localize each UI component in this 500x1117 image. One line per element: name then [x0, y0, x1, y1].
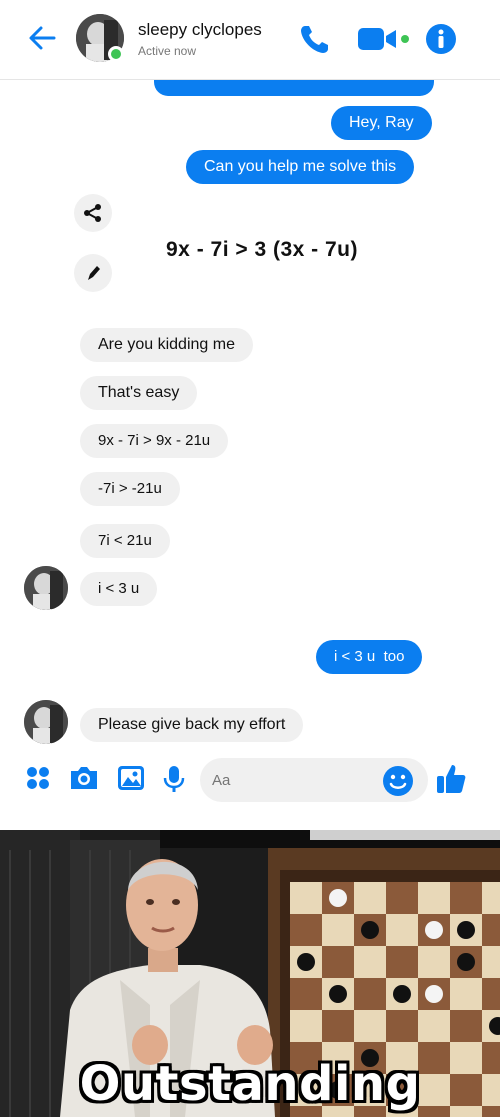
- chessboard-square: [482, 914, 500, 946]
- chessboard-square: [354, 1010, 386, 1042]
- message-bubble[interactable]: That's easy: [80, 376, 198, 410]
- chessboard-square: [386, 1010, 418, 1042]
- message-thread[interactable]: Hey, Ray Can you help me solve this 9x -…: [0, 80, 500, 750]
- chess-piece: [393, 985, 411, 1003]
- contact-name[interactable]: sleepy clyclopes: [138, 20, 262, 40]
- message-bubble[interactable]: Hey, Ray: [331, 106, 432, 140]
- chat-header: sleepy clyclopes Active now: [0, 0, 500, 80]
- chessboard-square: [322, 1010, 354, 1042]
- message-bubble[interactable]: 7i < 21u: [80, 524, 170, 558]
- message-bubble[interactable]: 9x - 7i > 9x - 21u: [80, 424, 229, 458]
- video-camera-icon[interactable]: [356, 22, 412, 56]
- edit-button[interactable]: [74, 254, 112, 292]
- chessboard-square: [386, 946, 418, 978]
- image-icon[interactable]: [116, 764, 146, 792]
- active-status: Active now: [138, 44, 197, 58]
- chessboard-square: [418, 1010, 450, 1042]
- chessboard-square: [418, 946, 450, 978]
- chessboard-square: [290, 1010, 322, 1042]
- chessboard-square: [322, 914, 354, 946]
- chess-piece: [425, 985, 443, 1003]
- chessboard-square: [354, 978, 386, 1010]
- message-bubble[interactable]: Please give back my effort: [80, 708, 304, 742]
- meme-caption: Outstanding move: [79, 1056, 421, 1117]
- chessboard-square: [290, 914, 322, 946]
- share-button[interactable]: [74, 194, 112, 232]
- info-icon[interactable]: [424, 22, 458, 56]
- previous-message-bubble: [154, 80, 434, 96]
- chessboard-square: [450, 978, 482, 1010]
- chessboard-square: [386, 882, 418, 914]
- chess-piece: [425, 921, 443, 939]
- chessboard-square: [354, 882, 386, 914]
- chess-piece: [361, 921, 379, 939]
- grid-dots-icon[interactable]: [24, 764, 52, 792]
- chessboard-square: [290, 978, 322, 1010]
- contact-avatar[interactable]: [24, 700, 68, 744]
- chessboard-square: [450, 882, 482, 914]
- chessboard-square: [482, 978, 500, 1010]
- chessboard-square: [482, 946, 500, 978]
- share-icon: [84, 204, 101, 222]
- chessboard-square: [354, 946, 386, 978]
- chessboard-square: [418, 882, 450, 914]
- phone-icon[interactable]: [298, 22, 332, 56]
- chessboard-square: [482, 882, 500, 914]
- chessboard-square: [386, 914, 418, 946]
- chess-piece: [457, 953, 475, 971]
- chess-piece: [457, 921, 475, 939]
- meme-image: Outstanding move: [0, 830, 500, 1117]
- message-bubble[interactable]: -7i > -21u: [80, 472, 180, 506]
- edit-pencil-icon: [88, 266, 100, 280]
- message-bubble[interactable]: Can you help me solve this: [186, 150, 415, 184]
- contact-avatar[interactable]: [24, 566, 68, 610]
- message-bubble[interactable]: i < 3 u: [80, 572, 158, 606]
- arrow-left-icon[interactable]: [26, 22, 58, 54]
- microphone-icon[interactable]: [162, 764, 186, 794]
- emoji-icon[interactable]: [382, 765, 414, 797]
- message-bubble[interactable]: i < 3 u too: [316, 640, 423, 674]
- message-composer: [0, 752, 500, 808]
- chess-piece: [297, 953, 315, 971]
- camera-icon[interactable]: [68, 764, 100, 792]
- equation-image-message[interactable]: 9x - 7i > 3 (3x - 7u): [166, 238, 358, 262]
- chessboard-square: [322, 946, 354, 978]
- message-bubble[interactable]: Are you kidding me: [80, 328, 253, 362]
- chessboard-square: [450, 1010, 482, 1042]
- online-indicator: [108, 46, 124, 62]
- thumbs-up-icon[interactable]: [434, 762, 468, 796]
- chess-piece: [329, 889, 347, 907]
- chess-piece: [329, 985, 347, 1003]
- chessboard-square: [290, 882, 322, 914]
